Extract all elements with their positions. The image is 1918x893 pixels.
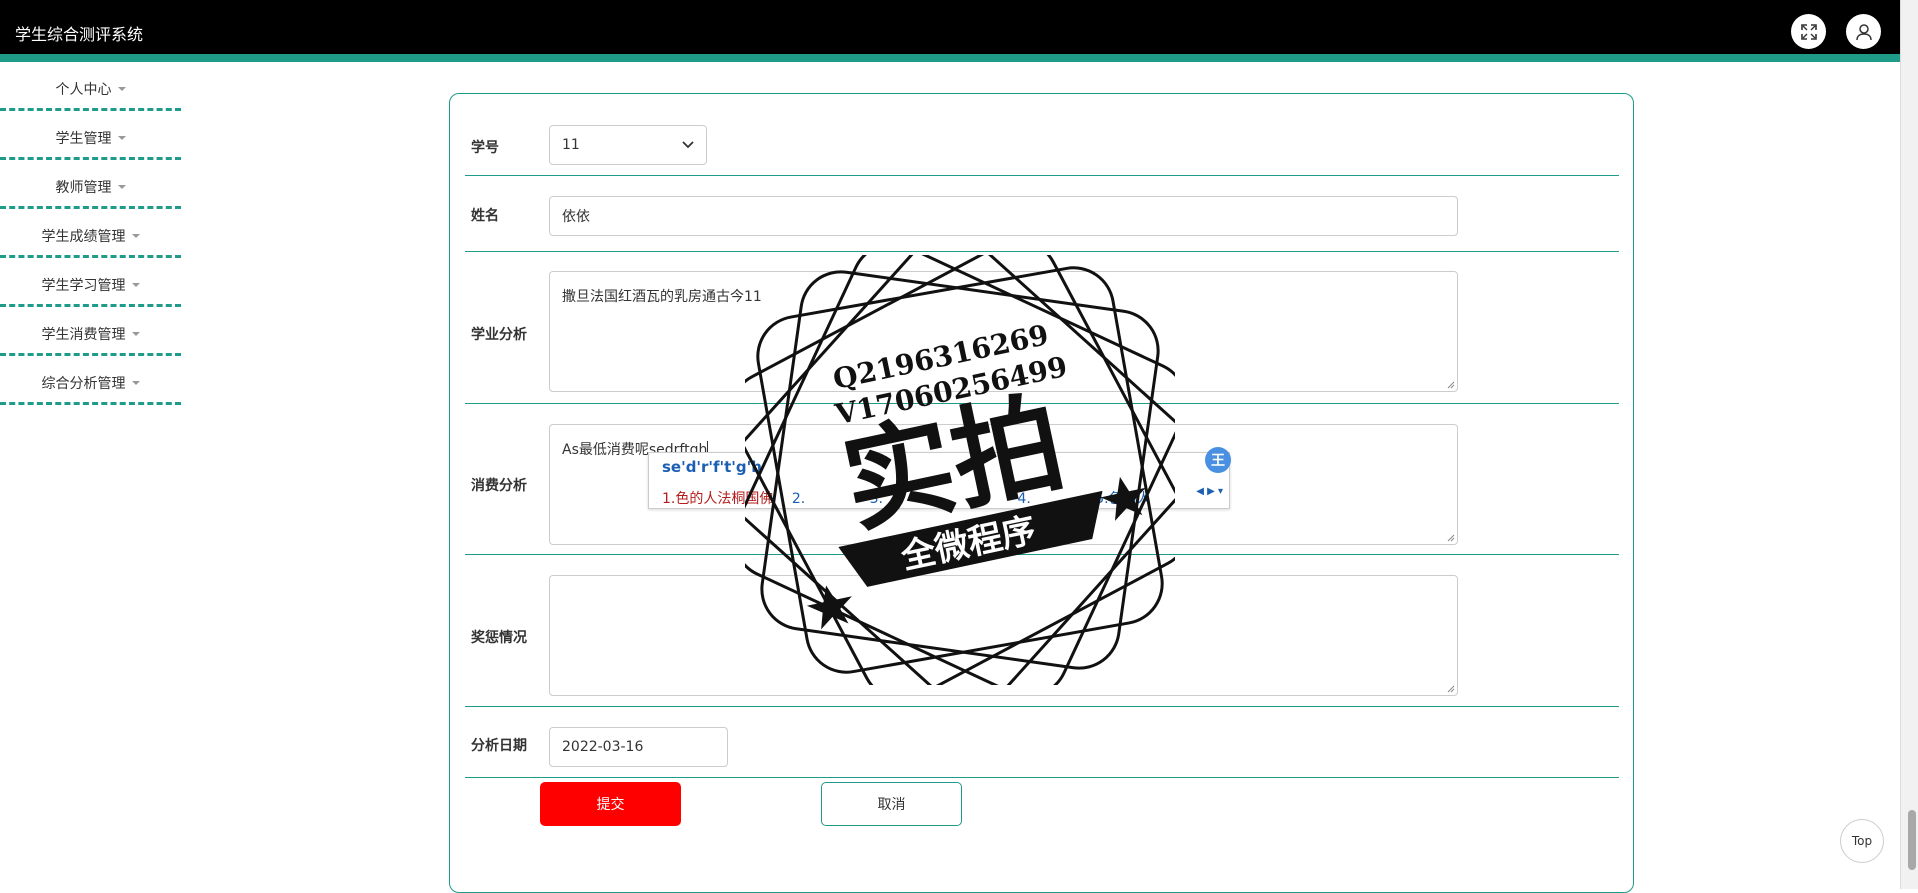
sidebar-item-study-management[interactable]: 学生学习管理 (0, 258, 181, 307)
caret-down-icon (117, 136, 126, 140)
student-id-label: 学号 (471, 140, 499, 156)
ime-badge-icon: 王 (1205, 447, 1231, 473)
scrollbar-thumb[interactable] (1908, 810, 1916, 870)
submit-button[interactable]: 提交 (540, 782, 681, 826)
form-row-awards: 奖惩情况 (465, 555, 1619, 707)
page-scrollbar[interactable] (1900, 0, 1918, 889)
ime-candidate[interactable]: 4. (1017, 491, 1030, 507)
ime-candidate[interactable]: 3. (870, 491, 883, 507)
ime-candidate-list: 1.色的人法桐国佛 2. 3. 4. 5.色的人 (662, 488, 1151, 508)
back-to-top-button[interactable]: Top (1840, 819, 1884, 863)
academic-analysis-textarea[interactable]: 撒旦法国红酒瓦的乳房通古今11 (549, 271, 1458, 392)
awards-textarea[interactable] (549, 575, 1458, 696)
sidebar-menu: 个人中心 学生管理 教师管理 学生成绩管理 学生学习管理 学生消费管理 综合分析… (0, 62, 181, 405)
analysis-date-input[interactable]: 2022-03-16 (549, 727, 728, 767)
caret-down-icon (131, 381, 140, 385)
caret-down-icon (117, 87, 126, 91)
sidebar-item-personal-center[interactable]: 个人中心 (0, 62, 181, 111)
form-row-student-id: 学号 11 (465, 94, 1619, 176)
caret-down-icon (131, 234, 140, 238)
academic-analysis-label: 学业分析 (471, 327, 527, 343)
sidebar-item-label: 综合分析管理 (41, 376, 126, 392)
resize-grip-icon[interactable] (1447, 381, 1455, 389)
analysis-date-label: 分析日期 (471, 738, 527, 754)
fullscreen-icon (1800, 23, 1817, 40)
sidebar-item-student-management[interactable]: 学生管理 (0, 111, 181, 160)
awards-label: 奖惩情况 (471, 630, 527, 646)
ime-composition-text: se'd'r'f't'g'h (662, 458, 762, 476)
student-id-value: 11 (562, 137, 580, 153)
student-id-select[interactable]: 11 (549, 125, 707, 165)
user-icon (1855, 23, 1872, 40)
caret-down-icon (117, 185, 126, 189)
ime-candidate[interactable]: 2. (792, 491, 805, 507)
consumption-analysis-label: 消费分析 (471, 478, 527, 494)
form-row-analysis-date: 分析日期 2022-03-16 (465, 707, 1619, 778)
cancel-button[interactable]: 取消 (821, 782, 962, 826)
resize-grip-icon[interactable] (1447, 685, 1455, 693)
caret-down-icon (131, 332, 140, 336)
ime-candidate-window: se'd'r'f't'g'h 1.色的人法桐国佛 2. 3. 4. 5.色的人 … (648, 447, 1231, 509)
ime-page-arrows-icon[interactable]: ◀ ▶ ▾ (1196, 486, 1223, 497)
analysis-date-value: 2022-03-16 (562, 739, 644, 755)
sidebar-item-label: 学生成绩管理 (41, 229, 126, 245)
ime-candidate[interactable]: 1.色的人法桐国佛 (662, 491, 773, 507)
name-label: 姓名 (471, 208, 499, 224)
sidebar-item-label: 学生管理 (55, 131, 112, 147)
chevron-down-icon (682, 141, 694, 149)
ime-candidate[interactable]: 5.色的人 (1095, 491, 1150, 507)
sidebar-item-grade-management[interactable]: 学生成绩管理 (0, 209, 181, 258)
user-button[interactable] (1846, 14, 1881, 49)
sidebar-item-teacher-management[interactable]: 教师管理 (0, 160, 181, 209)
sidebar-item-analysis-management[interactable]: 综合分析管理 (0, 356, 181, 405)
sidebar-item-label: 教师管理 (55, 180, 112, 196)
form-row-academic-analysis: 学业分析 撒旦法国红酒瓦的乳房通古今11 (465, 252, 1619, 404)
name-input[interactable]: 依依 (549, 196, 1458, 236)
caret-down-icon (131, 283, 140, 287)
sidebar-item-label: 个人中心 (55, 82, 112, 98)
header-accent-bar (0, 54, 1900, 62)
sidebar-item-label: 学生消费管理 (41, 327, 126, 343)
form-row-name: 姓名 依依 (465, 176, 1619, 252)
app-title: 学生综合测评系统 (15, 25, 144, 44)
sidebar-item-label: 学生学习管理 (41, 278, 126, 294)
academic-analysis-value: 撒旦法国红酒瓦的乳房通古今11 (562, 289, 762, 305)
sidebar-item-consumption-management[interactable]: 学生消费管理 (0, 307, 181, 356)
resize-grip-icon[interactable] (1447, 534, 1455, 542)
fullscreen-button[interactable] (1791, 14, 1826, 49)
top-navbar: 学生综合测评系统 (0, 0, 1900, 55)
name-value: 依依 (562, 209, 590, 225)
